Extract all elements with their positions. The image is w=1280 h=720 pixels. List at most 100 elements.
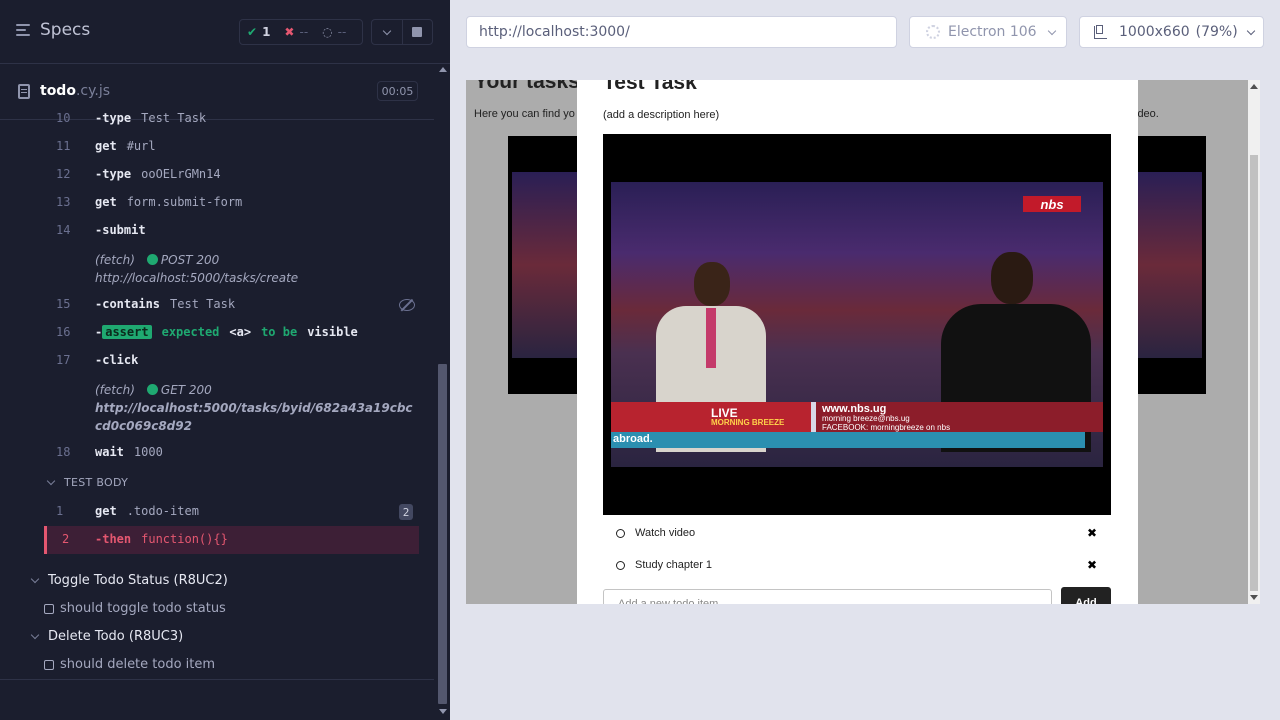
- command-name: -click: [95, 353, 139, 367]
- viewport-selector[interactable]: 1000x660 (79%): [1079, 16, 1264, 48]
- line-number: 2: [62, 532, 70, 546]
- todo-toggle[interactable]: [616, 560, 625, 570]
- ruler-icon: [1094, 24, 1107, 39]
- suite-toggle-todo[interactable]: Toggle Todo Status (R8UC2): [28, 573, 228, 588]
- scroll-down-icon[interactable]: [1250, 595, 1258, 600]
- auto-scroll-button[interactable]: [372, 20, 402, 44]
- command-arg: Test Task: [141, 111, 207, 125]
- command-arg: 1000: [133, 445, 163, 459]
- xhr-row[interactable]: (fetch) GET 200 http://localhost:5000/task…: [95, 381, 415, 435]
- line-number: 14: [56, 223, 71, 237]
- line-number: 15: [56, 297, 71, 311]
- app-scrollbar-thumb[interactable]: [1250, 155, 1258, 591]
- line-number: 1: [56, 504, 64, 518]
- stop-button[interactable]: [401, 20, 433, 44]
- url-bar[interactable]: http://localhost:3000/: [466, 16, 897, 48]
- failed-count: --: [299, 25, 309, 39]
- assert-badge: assert: [102, 325, 152, 339]
- assert-expected: expected: [161, 325, 220, 339]
- file-ext: .cy.js: [75, 83, 111, 99]
- caret-down-icon: [46, 476, 56, 486]
- run-timer: 00:05: [377, 81, 418, 101]
- xhr-method: GET 200: [160, 383, 212, 397]
- command-name: -type: [95, 167, 132, 181]
- spec-filename[interactable]: todo.cy.js: [40, 83, 110, 99]
- page-description-end: ideo.: [1135, 108, 1159, 120]
- test-title: should delete todo item: [60, 657, 216, 672]
- line-number: 16: [56, 325, 71, 339]
- scroll-up-icon[interactable]: [439, 67, 447, 72]
- scroll-down-icon[interactable]: [439, 709, 447, 714]
- test-toggle-todo[interactable]: should toggle todo status: [44, 601, 226, 616]
- test-delete-todo[interactable]: should delete todo item: [44, 657, 215, 672]
- specs-button[interactable]: Specs: [16, 20, 90, 40]
- scroll-up-icon[interactable]: [1250, 84, 1258, 89]
- assert-subject: <a>: [229, 325, 252, 339]
- video-frame: nbs LIVE MORNING BREEZE www.nbs.ug morning…: [611, 182, 1103, 467]
- show-name: MORNING BREEZE: [711, 418, 785, 427]
- status-dot-icon: [146, 384, 158, 395]
- test-body-header[interactable]: TEST BODY: [44, 476, 419, 496]
- delete-icon[interactable]: ✖: [1087, 526, 1097, 540]
- command-name: -contains: [95, 297, 161, 311]
- facebook-text: FACEBOOK: morningbreeze on nbs: [822, 423, 951, 432]
- delete-icon[interactable]: ✖: [1087, 558, 1097, 572]
- page-heading: Your tasks: [474, 80, 580, 93]
- command-name: get: [95, 504, 117, 518]
- x-icon: ✖: [284, 25, 295, 39]
- email-text: morning breeze@nbs.ug: [822, 414, 910, 423]
- add-todo-input[interactable]: Add a new todo item: [603, 589, 1052, 604]
- failed-stat: ✖ --: [277, 25, 315, 39]
- browser-label: Electron 106: [948, 24, 1037, 40]
- pending-count: --: [337, 25, 347, 39]
- suite-title: Delete Todo (R8UC3): [48, 629, 184, 644]
- command-arg: #url: [126, 139, 156, 153]
- passed-count: 1: [262, 25, 271, 39]
- command-arg: form.submit-form: [126, 195, 243, 209]
- eye-slash-icon[interactable]: [399, 299, 415, 311]
- command-arg: function(){}: [141, 532, 228, 546]
- suite-title: Toggle Todo Status (R8UC2): [48, 573, 228, 588]
- suite-delete-todo[interactable]: Delete Todo (R8UC3): [28, 629, 183, 644]
- todo-label: Study chapter 1: [635, 559, 713, 571]
- reporter-header: Specs ✔ 1 ✖ -- ◌ --: [0, 0, 450, 64]
- app-under-test: Your tasks Here you can find yo ideo. Te…: [466, 80, 1260, 604]
- task-video[interactable]: nbs LIVE MORNING BREEZE www.nbs.ug morning…: [603, 134, 1111, 515]
- xhr-row[interactable]: (fetch) POST 200 http://localhost:5000/tas…: [95, 251, 415, 287]
- status-dot-icon: [146, 254, 158, 265]
- run-controls: [371, 19, 433, 45]
- modal-description[interactable]: (add a description here): [603, 109, 719, 121]
- todo-toggle[interactable]: [616, 528, 625, 538]
- xhr-method: POST 200: [160, 253, 220, 267]
- browser-selector[interactable]: Electron 106: [909, 16, 1067, 48]
- command-name: get: [95, 139, 117, 153]
- live-banner: LIVE MORNING BREEZE: [611, 402, 811, 432]
- xhr-url: http://localhost:5000/tasks/byid/682a43a…: [95, 401, 413, 433]
- checkbox-icon: [44, 603, 54, 614]
- check-icon: ✔: [247, 25, 258, 39]
- add-todo-button[interactable]: Add: [1061, 587, 1111, 604]
- command-name: -then: [95, 532, 132, 546]
- command-name: get: [95, 195, 117, 209]
- reporter-panel: Specs ✔ 1 ✖ -- ◌ -- todo.cy.js 00:05 10 -typ…: [0, 0, 450, 720]
- line-number: 11: [56, 139, 71, 153]
- file-name: todo: [40, 83, 76, 99]
- command-arg: Test Task: [170, 297, 236, 311]
- command-name: wait: [95, 445, 124, 459]
- test-body-label: TEST BODY: [64, 476, 129, 489]
- assert-tobe: to be: [261, 325, 298, 339]
- chevron-down-icon: [1047, 26, 1056, 35]
- caret-down-icon: [30, 630, 40, 640]
- contact-banner: www.nbs.ug morning breeze@nbs.ug FACEBOOK:…: [816, 402, 1103, 432]
- menu-icon: [16, 24, 30, 36]
- todo-item: Study chapter 1 ✖: [603, 550, 1111, 580]
- command-row-failed[interactable]: 2 -then function(){}: [44, 526, 419, 554]
- divider: [0, 679, 434, 680]
- test-title: should toggle todo status: [60, 601, 226, 616]
- line-number: 12: [56, 167, 71, 181]
- todo-item: Watch video ✖: [603, 518, 1111, 548]
- command-arg: ooOELrGMn14: [141, 167, 221, 181]
- reporter-scrollbar-thumb[interactable]: [438, 364, 447, 704]
- checkbox-icon: [44, 659, 54, 670]
- file-icon: [18, 84, 30, 99]
